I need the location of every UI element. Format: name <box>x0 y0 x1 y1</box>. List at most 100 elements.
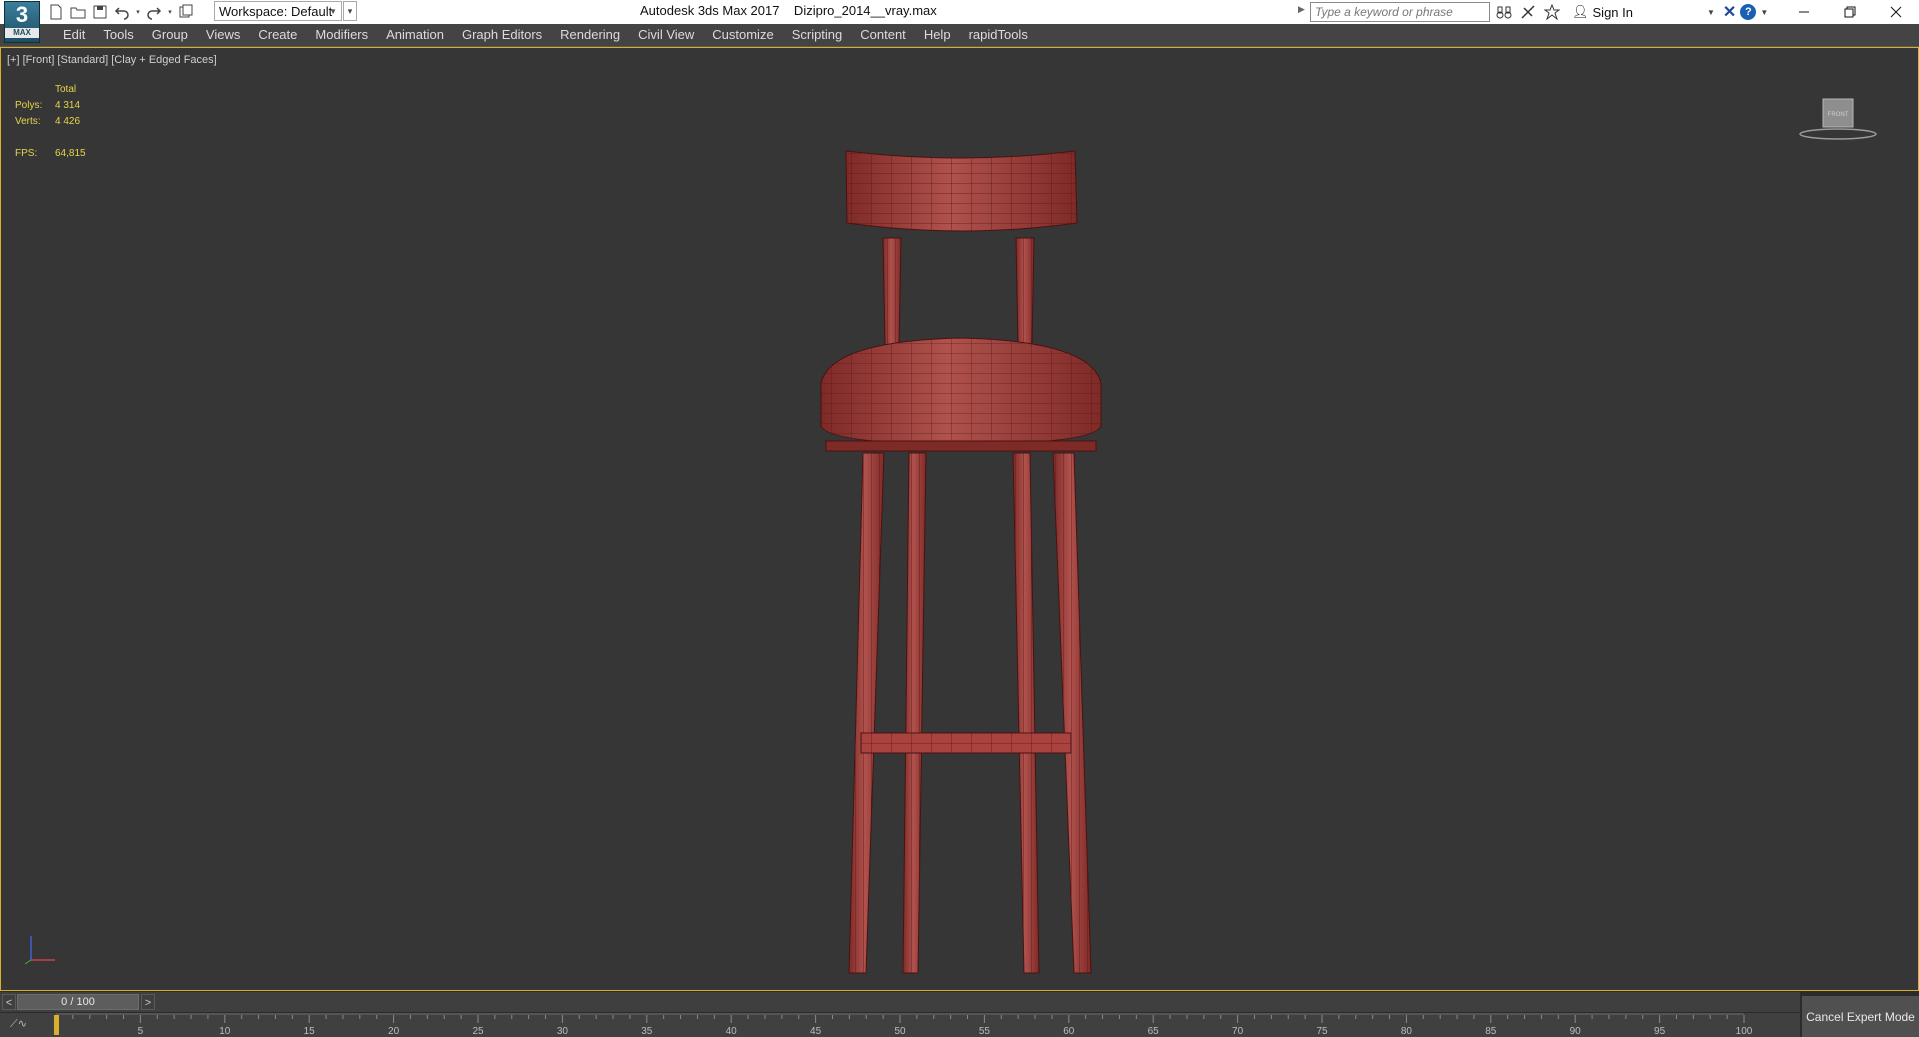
app-logo-sub: MAX <box>5 28 39 38</box>
polys-label: Polys: <box>15 100 43 111</box>
next-frame-button[interactable]: > <box>141 994 155 1010</box>
ruler-tick-label: 30 <box>557 1026 569 1037</box>
help-dropdown-icon[interactable]: ▼ <box>1760 8 1768 17</box>
viewcube-face-label: FRONT <box>1828 112 1849 118</box>
ruler-tick-label: 70 <box>1232 1026 1244 1037</box>
customize-toolbar-icon[interactable]: ▾ <box>343 1 357 21</box>
redo-dropdown-icon[interactable]: ▾ <box>166 2 174 22</box>
menu-item-tools[interactable]: Tools <box>94 24 142 46</box>
menu-item-animation[interactable]: Animation <box>377 24 453 46</box>
menu-item-civil-view[interactable]: Civil View <box>629 24 703 46</box>
window-title: Autodesk 3ds Max 2017 Dizipro_2014__vray… <box>640 3 937 18</box>
viewcube[interactable]: FRONT <box>1798 88 1878 148</box>
verts-label: Verts: <box>15 116 41 127</box>
backrest-posts <box>882 237 1035 346</box>
bar-stool-model[interactable] <box>791 113 1131 993</box>
restore-button[interactable] <box>1827 0 1873 24</box>
stool-seat <box>820 337 1102 452</box>
undo-dropdown-icon[interactable]: ▾ <box>134 2 142 22</box>
menu-item-content[interactable]: Content <box>851 24 915 46</box>
ruler-tick-label: 15 <box>304 1026 316 1037</box>
redo-icon[interactable] <box>144 2 164 22</box>
app-logo-number: 3 <box>15 2 29 27</box>
communication-center-icon[interactable] <box>1518 2 1538 22</box>
ruler-tick-label: 40 <box>726 1026 738 1037</box>
ruler-tick-label: 5 <box>138 1026 144 1037</box>
workspace-dropdown[interactable]: Workspace: Default ▼ <box>214 1 342 21</box>
minimize-button[interactable] <box>1781 0 1827 24</box>
ruler-tick-label: 95 <box>1654 1026 1666 1037</box>
menu-bar: Edit Tools Group Views Create Modifiers Animat… <box>0 24 1919 47</box>
search-placeholder: Type a keyword or phrase <box>1315 5 1453 19</box>
current-frame-marker[interactable] <box>54 1015 59 1035</box>
menu-item-scripting[interactable]: Scripting <box>783 24 852 46</box>
cancel-expert-mode-label: Cancel Expert Mode <box>1806 1009 1915 1024</box>
star-icon[interactable] <box>1542 2 1562 22</box>
ruler-tick-label: 45 <box>810 1026 822 1037</box>
ruler-tick-label: 35 <box>641 1026 653 1037</box>
ruler-tick-label: 80 <box>1401 1026 1413 1037</box>
binoculars-icon[interactable] <box>1494 2 1514 22</box>
search-expand-icon[interactable]: ▶ <box>1298 4 1305 15</box>
ruler-tick-label: 55 <box>979 1026 991 1037</box>
track-bar[interactable]: ⟋∿ 0510152025303540455055606570758085909… <box>0 1013 1800 1037</box>
time-slider[interactable]: 0 / 100 <box>17 994 139 1010</box>
menu-item-modifiers[interactable]: Modifiers <box>306 24 377 46</box>
ruler-tick-label: 75 <box>1316 1026 1328 1037</box>
menu-item-rapidtools[interactable]: rapidTools <box>960 24 1037 46</box>
help-icon[interactable]: ? <box>1740 4 1757 20</box>
ruler-tick-label: 50 <box>894 1026 906 1037</box>
ruler-tick-label: 100 <box>1736 1026 1753 1037</box>
ruler-tick-label: 90 <box>1570 1026 1582 1037</box>
search-input[interactable]: Type a keyword or phrase <box>1310 2 1490 22</box>
new-file-icon[interactable] <box>46 2 66 22</box>
help-label: ? <box>1744 6 1752 18</box>
ruler-tick-label: 65 <box>1148 1026 1160 1037</box>
close-button[interactable] <box>1873 0 1919 24</box>
front-viewport[interactable]: [+] [Front] [Standard] [Clay + Edged Fac… <box>0 47 1919 991</box>
fps-value: 64,815 <box>55 148 86 159</box>
curve-editor-icon[interactable]: ⟋∿ <box>10 1017 27 1031</box>
time-slider-bar: < 0 / 100 > <box>0 992 1800 1012</box>
quick-access-toolbar: ▾ ▾ <box>46 2 196 22</box>
sign-in-button[interactable]: 👤︎ Sign In <box>1572 4 1633 20</box>
time-slider-value: 0 / 100 <box>61 996 95 1008</box>
workspace-label: Workspace: Default <box>219 4 333 19</box>
frame-ruler[interactable]: 0510152025303540455055606570758085909510… <box>54 1013 1754 1037</box>
cancel-expert-mode-button[interactable]: Cancel Expert Mode <box>1802 996 1919 1037</box>
app-logo-button[interactable]: 3 MAX <box>4 1 40 43</box>
save-icon[interactable] <box>90 2 110 22</box>
menu-item-graph-editors[interactable]: Graph Editors <box>453 24 551 46</box>
menu-item-customize[interactable]: Customize <box>703 24 782 46</box>
stats-header: Total <box>55 84 77 95</box>
ruler-tick-label: 85 <box>1485 1026 1497 1037</box>
infocenter-toolbar: 👤︎ Sign In ▼ ✕ ? ▼ <box>1494 2 1768 22</box>
viewport-label[interactable]: [+] [Front] [Standard] [Clay + Edged Fac… <box>7 54 217 66</box>
stool-backrest <box>845 150 1078 232</box>
viewport-statistics: Total Polys: 4 314 Verts: 4 426 FPS: 64,815 <box>15 84 86 164</box>
sign-in-label: Sign In <box>1592 4 1633 20</box>
chevron-down-icon: ▼ <box>329 7 337 16</box>
open-folder-icon[interactable] <box>68 2 88 22</box>
ruler-tick-label: 20 <box>388 1026 400 1037</box>
menu-item-rendering[interactable]: Rendering <box>551 24 629 46</box>
menu-item-views[interactable]: Views <box>197 24 249 46</box>
polys-value: 4 314 <box>55 100 81 111</box>
menu-item-group[interactable]: Group <box>143 24 197 46</box>
title-bar: 3 MAX ▾ ▾ Workspace: Default ▼ ▾ Autodes… <box>0 0 1919 43</box>
sign-in-dropdown-icon[interactable]: ▼ <box>1707 8 1715 17</box>
axis-tripod <box>24 936 55 965</box>
project-folder-icon[interactable] <box>176 2 196 22</box>
stool-footrest <box>860 732 1072 754</box>
stool-legs <box>848 452 1092 974</box>
autodesk-exchange-icon[interactable]: ✕ <box>1723 2 1736 22</box>
menu-item-edit[interactable]: Edit <box>54 24 94 46</box>
menu-item-create[interactable]: Create <box>249 24 306 46</box>
fps-label: FPS: <box>15 148 38 159</box>
previous-frame-button[interactable]: < <box>2 994 16 1010</box>
viewcube-ring[interactable] <box>1799 128 1877 140</box>
user-icon: 👤︎ <box>1572 4 1589 19</box>
undo-icon[interactable] <box>112 2 132 22</box>
verts-value: 4 426 <box>55 116 81 127</box>
menu-item-help[interactable]: Help <box>915 24 960 46</box>
